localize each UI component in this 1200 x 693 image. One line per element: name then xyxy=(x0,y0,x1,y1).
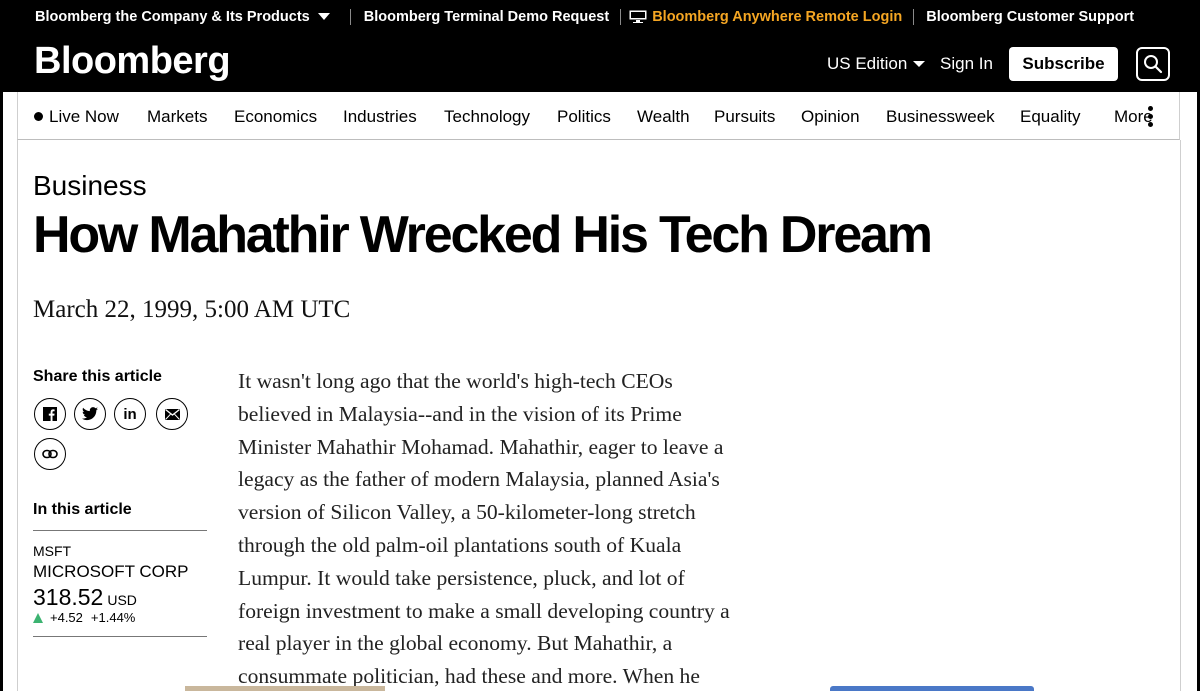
share-linkedin-button[interactable]: in xyxy=(114,398,146,430)
divider xyxy=(33,530,207,531)
anywhere-login-label: Bloomberg Anywhere Remote Login xyxy=(652,8,903,25)
article-image xyxy=(185,686,385,691)
article-body-line: foreign investment to make a small devel… xyxy=(238,598,730,623)
article-headline: How Mahathir Wrecked His Tech Dream xyxy=(33,206,933,264)
up-arrow-icon xyxy=(33,612,43,623)
article-body: It wasn't long ago that the world's high… xyxy=(238,365,798,693)
content-border xyxy=(17,140,18,691)
stock-currency: USD xyxy=(107,592,137,608)
terminal-demo-label: Bloomberg Terminal Demo Request xyxy=(363,8,610,25)
divider xyxy=(620,8,622,25)
stock-price: 318.52 USD xyxy=(33,584,137,611)
subscribe-button[interactable]: Subscribe xyxy=(1009,47,1118,81)
divider xyxy=(33,636,207,637)
stock-change-value: +4.52 xyxy=(50,610,83,625)
monitor-icon xyxy=(629,10,647,23)
article-image xyxy=(830,686,1034,691)
divider xyxy=(349,8,351,25)
search-button[interactable] xyxy=(1136,47,1170,81)
article-body-line: Minister Mahathir Mohamad. Mahathir, eag… xyxy=(238,434,724,459)
stock-change-percent: +1.44% xyxy=(90,610,136,625)
nav-item-technology[interactable]: Technology xyxy=(444,107,530,127)
terminal-demo-link[interactable]: Bloomberg Terminal Demo Request xyxy=(364,9,609,25)
stock-ticker[interactable]: MSFT xyxy=(33,543,71,559)
stock-change: +4.52 +1.44% xyxy=(33,610,135,625)
in-this-article-title: In this article xyxy=(33,501,132,518)
live-dot-icon xyxy=(34,112,43,121)
search-icon xyxy=(1144,55,1163,74)
company-products-menu[interactable]: Bloomberg the Company & Its Products xyxy=(35,9,330,25)
article-body-line: It wasn't long ago that the world's high… xyxy=(238,369,673,393)
nav-item-industries[interactable]: Industries xyxy=(343,107,417,127)
copy-link-button[interactable] xyxy=(34,438,66,470)
nav-item-politics[interactable]: Politics xyxy=(557,107,611,127)
nav-item-opinion[interactable]: Opinion xyxy=(801,107,860,127)
article-body-line: Lumpur. It would take persistence, pluck… xyxy=(238,565,685,590)
nav-item-economics[interactable]: Economics xyxy=(234,107,317,127)
nav-item-live-now[interactable]: Live Now xyxy=(34,107,119,127)
bloomberg-logo[interactable]: Bloomberg xyxy=(34,40,231,83)
chevron-down-icon xyxy=(913,61,926,67)
article-category[interactable]: Business xyxy=(33,170,147,202)
window-frame xyxy=(0,0,3,691)
share-facebook-button[interactable] xyxy=(34,398,66,430)
nav-item-businessweek[interactable]: Businessweek xyxy=(886,107,995,127)
nav-item-pursuits[interactable]: Pursuits xyxy=(714,107,775,127)
edition-selector[interactable]: US Edition xyxy=(827,54,926,74)
article-body-line: version of Silicon Valley, a 50-kilomete… xyxy=(238,500,696,525)
facebook-icon xyxy=(43,407,57,421)
article-body-line: believed in Malaysia--and in the vision … xyxy=(238,401,682,426)
linkedin-icon: in xyxy=(123,405,137,423)
edition-label: US Edition xyxy=(827,54,908,73)
anywhere-login-link[interactable]: Bloomberg Anywhere Remote Login xyxy=(629,9,902,25)
share-email-button[interactable] xyxy=(156,398,188,430)
nav-item-label: Live Now xyxy=(49,107,119,126)
customer-support-link[interactable]: Bloomberg Customer Support xyxy=(926,9,1134,25)
more-options-icon[interactable] xyxy=(1148,106,1154,128)
stock-price-value: 318.52 xyxy=(33,584,104,610)
share-twitter-button[interactable] xyxy=(74,398,106,430)
article-date: March 22, 1999, 5:00 AM UTC xyxy=(33,296,351,323)
content-border xyxy=(1180,140,1181,691)
customer-support-label: Bloomberg Customer Support xyxy=(926,8,1135,25)
company-products-label: Bloomberg the Company & Its Products xyxy=(35,8,310,25)
link-icon xyxy=(42,449,58,459)
email-icon xyxy=(164,408,180,420)
divider xyxy=(913,8,915,25)
utility-bar: Bloomberg the Company & Its Products Blo… xyxy=(0,0,1200,33)
sign-in-link[interactable]: Sign In xyxy=(940,54,993,74)
nav-item-wealth[interactable]: Wealth xyxy=(637,107,690,127)
nav-item-more[interactable]: More xyxy=(1114,107,1153,127)
chevron-down-icon xyxy=(317,13,330,20)
twitter-icon xyxy=(82,407,98,421)
stock-company-name[interactable]: MICROSOFT CORP xyxy=(33,562,189,582)
nav-item-equality[interactable]: Equality xyxy=(1020,107,1080,127)
share-title: Share this article xyxy=(33,368,162,385)
nav-item-markets[interactable]: Markets xyxy=(147,107,207,127)
article-body-line: real player in the global economy. But M… xyxy=(238,631,673,656)
article-body-line: legacy as the father of modern Malaysia,… xyxy=(238,467,720,492)
article-body-line: through the old palm-oil plantations sou… xyxy=(238,532,682,557)
